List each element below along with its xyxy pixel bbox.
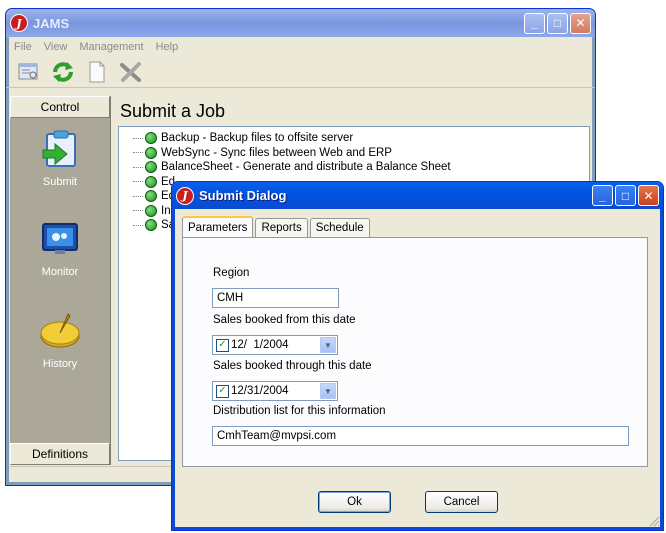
sidebar-item-submit[interactable]: Submit (10, 118, 110, 208)
jams-logo-icon: J (176, 186, 194, 205)
tree-connector (133, 152, 143, 154)
menu-file[interactable]: File (14, 41, 32, 53)
sidebar-item-monitor-label: Monitor (41, 266, 79, 278)
job-row-websync[interactable]: WebSync - Sync files between Web and ERP (133, 146, 589, 161)
job-label: BalanceSheet - Generate and distribute a… (161, 161, 451, 174)
region-label: Region (213, 267, 250, 279)
chevron-down-icon[interactable]: ▼ (320, 337, 336, 353)
sidebar-item-monitor[interactable]: Monitor (10, 208, 110, 298)
properties-icon (18, 63, 38, 80)
tree-connector (133, 166, 143, 168)
dialog-titlebar[interactable]: J Submit Dialog _ □ ✕ (172, 182, 663, 209)
tree-connector (133, 181, 143, 183)
from-date-value: 12/ 1/2004 (231, 339, 289, 351)
job-label: Backup - Backup files to offsite server (161, 132, 354, 145)
maximize-button[interactable]: □ (547, 12, 568, 34)
dialog-minimize-button[interactable]: _ (592, 185, 613, 206)
job-icon (145, 146, 157, 159)
delete-tool-button[interactable] (118, 60, 144, 84)
delete-x-icon (120, 62, 141, 82)
submit-dialog: J Submit Dialog _ □ ✕ Parameters Reports… (171, 181, 664, 531)
refresh-icon (53, 62, 73, 82)
sidebar-header-control[interactable]: Control (10, 96, 110, 118)
dialog-maximize-button[interactable]: □ (615, 185, 636, 206)
tab-reports[interactable]: Reports (255, 218, 308, 237)
through-date-label: Sales booked through this date (213, 360, 372, 372)
job-icon (145, 204, 157, 217)
job-icon (145, 175, 157, 188)
main-titlebar[interactable]: J JAMS _ □ ✕ (6, 9, 595, 37)
jams-logo-icon: J (10, 14, 28, 32)
distribution-input[interactable]: CmhTeam@mvpsi.com (212, 426, 629, 446)
dialog-tabs: Parameters Reports Schedule (182, 216, 372, 237)
chevron-down-icon[interactable]: ▼ (320, 383, 336, 399)
menubar: File View Management Help (6, 37, 595, 57)
menu-view[interactable]: View (44, 41, 68, 53)
job-row-balancesheet[interactable]: BalanceSheet - Generate and distribute a… (133, 160, 589, 175)
tree-connector (133, 195, 143, 197)
job-row-backup[interactable]: Backup - Backup files to offsite server (133, 131, 589, 146)
from-date-checkbox[interactable]: ✓ (216, 338, 229, 352)
distribution-label: Distribution list for this information (213, 405, 386, 417)
job-icon (145, 190, 157, 203)
through-date-checkbox[interactable]: ✓ (216, 384, 229, 398)
history-sundial-icon (40, 313, 80, 348)
menu-help[interactable]: Help (156, 41, 179, 53)
job-icon (145, 161, 157, 174)
ok-button[interactable]: Ok (318, 491, 391, 513)
tree-connector (133, 210, 143, 212)
cancel-button[interactable]: Cancel (425, 491, 498, 513)
region-input[interactable]: CMH (212, 288, 339, 308)
dialog-title: Submit Dialog (199, 188, 287, 203)
menu-management[interactable]: Management (79, 41, 143, 53)
toolbar (6, 57, 595, 88)
job-label: In (161, 204, 171, 217)
parameters-panel: Region CMH Sales booked from this date ✓… (182, 237, 648, 467)
new-tool-button[interactable] (84, 60, 110, 84)
job-icon (145, 219, 157, 232)
refresh-tool-button[interactable] (50, 60, 76, 84)
minimize-button[interactable]: _ (524, 12, 545, 34)
properties-tool-button[interactable] (16, 60, 42, 84)
submit-icon (42, 130, 76, 167)
from-date-label: Sales booked from this date (213, 314, 356, 326)
close-button[interactable]: ✕ (570, 12, 591, 34)
page-title: Submit a Job (120, 101, 226, 121)
monitor-icon (42, 223, 78, 254)
tree-connector (133, 224, 143, 226)
main-window-title: JAMS (33, 15, 70, 31)
job-label: WebSync - Sync files between Web and ERP (161, 146, 392, 159)
sidebar-item-submit-label: Submit (42, 176, 78, 188)
job-icon (145, 132, 157, 145)
tab-schedule[interactable]: Schedule (309, 218, 370, 237)
dialog-close-button[interactable]: ✕ (638, 185, 659, 206)
resize-grip-icon[interactable] (648, 515, 660, 527)
through-date-picker[interactable]: ✓ 12/31/2004 ▼ (212, 381, 338, 401)
tab-parameters[interactable]: Parameters (182, 216, 254, 237)
from-date-picker[interactable]: ✓ 12/ 1/2004 ▼ (212, 335, 338, 355)
tree-connector (133, 137, 143, 139)
sidebar-item-history-label: History (42, 358, 78, 370)
sidebar-footer-definitions[interactable]: Definitions (10, 443, 110, 465)
sidebar-item-history[interactable]: History (10, 298, 110, 388)
new-document-icon (89, 61, 105, 83)
control-sidebar: Control Submit Monitor History Definitio… (10, 96, 111, 465)
through-date-value: 12/31/2004 (231, 385, 289, 397)
